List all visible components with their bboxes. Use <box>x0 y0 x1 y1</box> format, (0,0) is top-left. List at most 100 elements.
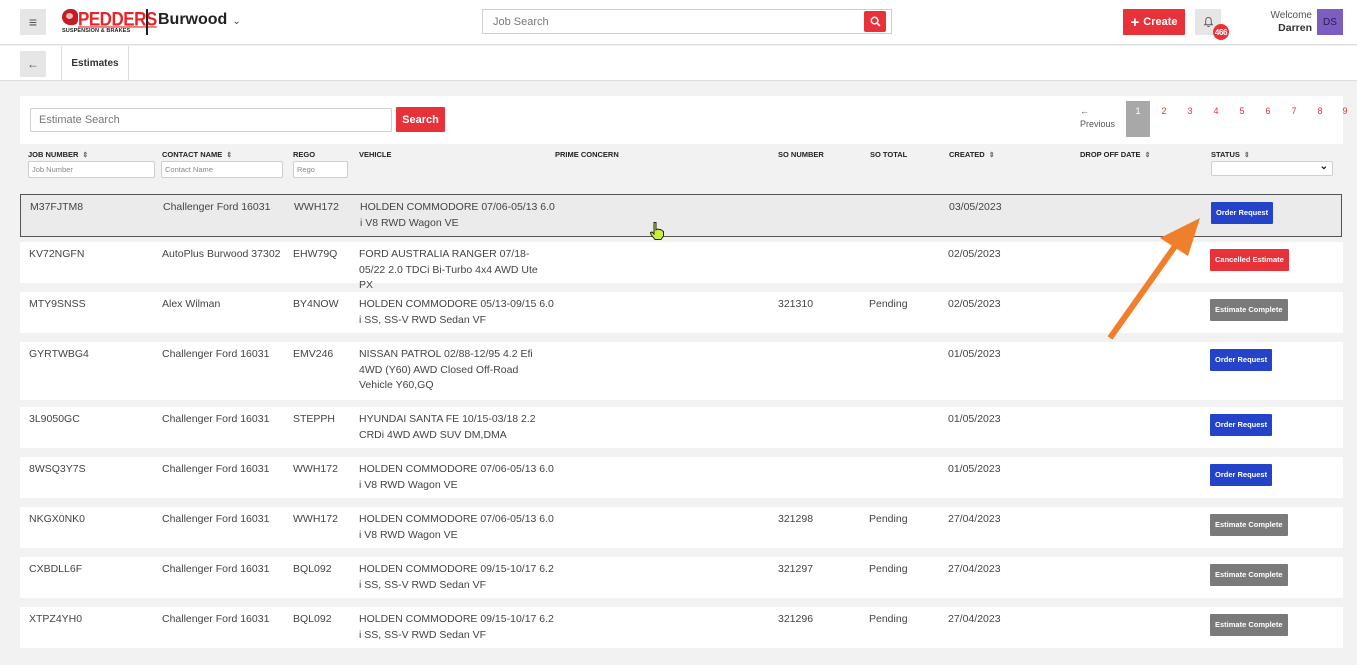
job-search-input[interactable] <box>483 10 853 33</box>
menu-button[interactable]: ≡ <box>20 9 46 35</box>
estimate-search-button[interactable]: Search <box>396 107 445 132</box>
welcome-label: Welcome <box>1270 10 1313 21</box>
back-button[interactable]: ← <box>20 51 46 77</box>
table-row[interactable]: GYRTWBG4 Challenger Ford 16031 EMV246 NISSA… <box>20 342 1343 400</box>
col-label: DROP OFF DATE <box>1080 150 1141 159</box>
page-4[interactable]: 4 <box>1204 101 1228 137</box>
col-label: STATUS <box>1211 150 1240 159</box>
col-header-contact-name[interactable]: CONTACT NAME ⇕ <box>162 150 232 159</box>
rego-cell: BY4NOW <box>293 298 339 310</box>
create-button[interactable]: + Create <box>1123 9 1185 35</box>
sort-icon: ⇕ <box>226 152 233 159</box>
chevron-down-icon: ⌄ <box>1319 161 1328 172</box>
job-number-cell: M37FJTM8 <box>30 201 84 213</box>
page-2[interactable]: 2 <box>1152 101 1176 137</box>
job-number-cell: NKGX0NK0 <box>29 513 86 525</box>
top-bar: ≡ PEDDERS SUSPENSION & BRAKES Burwood ⌄ … <box>0 0 1357 45</box>
status-badge: Cancelled Estimate <box>1210 249 1289 271</box>
vehicle-cell: HOLDEN COMMODORE 09/15-10/17 6.2 i SS, S… <box>359 563 554 591</box>
so-number-cell: 321297 <box>778 563 814 575</box>
created-cell: 27/04/2023 <box>948 513 1001 525</box>
created-cell: 02/05/2023 <box>948 298 1001 310</box>
table-row[interactable]: M37FJTM8 Challenger Ford 16031 WWH172 HOLDE… <box>20 194 1342 237</box>
status-cell: Estimate Complete <box>1210 564 1288 586</box>
status-cell: Estimate Complete <box>1210 299 1288 321</box>
location-dropdown[interactable]: Burwood ⌄ <box>158 11 241 29</box>
status-badge: Estimate Complete <box>1210 514 1288 536</box>
so-total-cell: Pending <box>869 563 908 575</box>
arrow-left-icon: ← <box>1080 106 1089 116</box>
status-badge: Estimate Complete <box>1210 564 1288 586</box>
page-3[interactable]: 3 <box>1178 101 1202 137</box>
rego-cell: STEPPH <box>293 413 336 425</box>
chevron-down-icon: ⌄ <box>232 16 241 27</box>
pagination-previous[interactable]: ← Previous <box>1080 105 1120 131</box>
so-total-cell: Pending <box>869 298 908 310</box>
col-header-so-number: SO NUMBER <box>778 150 824 159</box>
col-header-drop-off-date[interactable]: DROP OFF DATE ⇕ <box>1080 150 1150 159</box>
pedders-logo[interactable]: PEDDERS SUSPENSION & BRAKES <box>60 8 157 36</box>
page-5[interactable]: 5 <box>1230 101 1254 137</box>
rego-cell: WWH172 <box>293 513 338 525</box>
job-number-cell: 8WSQ3Y7S <box>29 463 86 475</box>
search-icon <box>870 16 880 27</box>
vehicle-cell: FORD AUSTRALIA RANGER 07/18-05/22 2.0 TD… <box>359 248 538 291</box>
created-cell: 01/05/2023 <box>948 463 1001 475</box>
table-row[interactable]: KV72NGFN AutoPlus Burwood 37302 EHW79Q FORD… <box>20 242 1343 291</box>
contact-name-cell: Challenger Ford 16031 <box>162 348 270 360</box>
header-divider <box>146 9 148 35</box>
contact-name-cell: Challenger Ford 16031 <box>162 613 270 625</box>
col-header-status[interactable]: STATUS ⇕ <box>1211 150 1250 159</box>
job-number-cell: KV72NGFN <box>29 248 85 260</box>
contact-name-cell: Challenger Ford 16031 <box>162 563 270 575</box>
status-badge: Order Request <box>1210 349 1273 371</box>
job-search-box <box>482 9 892 34</box>
status-cell: Estimate Complete <box>1210 614 1288 636</box>
page-1[interactable]: 1 <box>1126 101 1150 137</box>
user-avatar[interactable]: DS <box>1317 9 1343 35</box>
col-label: CREATED <box>949 150 985 159</box>
arrow-left-icon: ← <box>27 57 39 71</box>
rego-cell: BQL092 <box>293 563 332 575</box>
rego-filter[interactable] <box>293 161 348 178</box>
col-header-created[interactable]: CREATED ⇕ <box>949 150 995 159</box>
table-row[interactable]: CXBDLL6F Challenger Ford 16031 BQL092 HOLDE… <box>20 557 1343 598</box>
hamburger-icon: ≡ <box>28 14 38 30</box>
notification-count-badge: 466 <box>1213 24 1229 40</box>
vehicle-cell: HYUNDAI SANTA FE 10/15-03/18 2.2 CRDi 4W… <box>359 413 536 441</box>
so-total-cell: Pending <box>869 613 908 625</box>
table-row[interactable]: MTY9SNSS Alex Wilman BY4NOW HOLDEN COMMODOR… <box>20 292 1343 333</box>
sort-icon: ⇕ <box>82 152 89 159</box>
status-badge: Order Request <box>1210 464 1273 486</box>
page-9[interactable]: 9 <box>1333 101 1357 137</box>
so-total-cell: Pending <box>869 513 908 525</box>
contact-name-cell: Challenger Ford 16031 <box>162 513 270 525</box>
page-6[interactable]: 6 <box>1256 101 1280 137</box>
estimate-search-input[interactable] <box>30 108 392 132</box>
job-number-cell: GYRTWBG4 <box>29 348 89 360</box>
sub-bar: ← Estimates <box>0 46 1357 81</box>
contact-name-filter[interactable] <box>161 161 283 178</box>
status-badge: Order Request <box>1210 414 1273 436</box>
rego-cell: WWH172 <box>293 463 338 475</box>
col-header-rego: REGO <box>293 150 316 159</box>
job-search-button[interactable] <box>864 11 886 32</box>
table-row[interactable]: 8WSQ3Y7S Challenger Ford 16031 WWH172 HOLDE… <box>20 457 1343 498</box>
tab-estimates[interactable]: Estimates <box>61 46 129 81</box>
create-label: Create <box>1143 16 1178 28</box>
col-header-job-number[interactable]: JOB NUMBER ⇕ <box>28 150 88 159</box>
status-cell: Estimate Complete <box>1210 514 1288 536</box>
page-8[interactable]: 8 <box>1308 101 1332 137</box>
table-row[interactable]: NKGX0NK0 Challenger Ford 16031 WWH172 HOLDE… <box>20 507 1343 548</box>
status-badge: Order Request <box>1211 202 1274 224</box>
contact-name-cell: Challenger Ford 16031 <box>162 463 270 475</box>
status-filter-select[interactable]: ⌄ <box>1211 161 1333 176</box>
page-7[interactable]: 7 <box>1282 101 1306 137</box>
table-row[interactable]: XTPZ4YH0 Challenger Ford 16031 BQL092 HOLDE… <box>20 607 1343 648</box>
created-cell: 01/05/2023 <box>948 413 1001 425</box>
job-number-filter[interactable] <box>28 161 155 178</box>
sort-icon: ⇕ <box>1243 152 1250 159</box>
table-row[interactable]: 3L9050GC Challenger Ford 16031 STEPPH HYUND… <box>20 407 1343 448</box>
sort-icon: ⇕ <box>1144 152 1151 159</box>
created-cell: 27/04/2023 <box>948 563 1001 575</box>
